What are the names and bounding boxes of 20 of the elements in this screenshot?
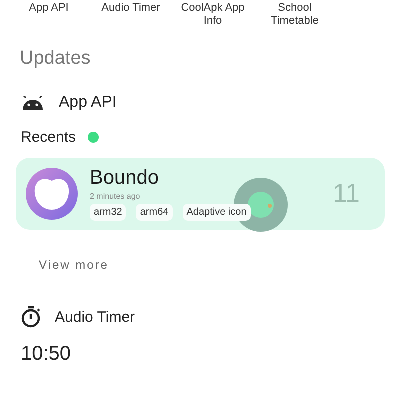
tag: Adaptive icon	[182, 204, 251, 221]
view-more-button[interactable]: View more	[39, 258, 109, 272]
shortcut-label[interactable]: CoolApk App Info	[172, 2, 254, 28]
app-icon	[26, 168, 78, 220]
recents-label: Recents	[21, 129, 76, 146]
audio-timer-title: Audio Timer	[55, 308, 136, 326]
app-api-title: App API	[59, 94, 117, 112]
tag: arm32	[90, 204, 126, 221]
tag: arm64	[136, 204, 173, 221]
android-icon	[21, 96, 45, 110]
app-name: Boundo	[90, 167, 160, 190]
target-sdk: 11	[333, 178, 360, 209]
section-title: Updates	[19, 47, 92, 70]
timer-icon	[21, 306, 41, 328]
timer-time: 10:50	[20, 342, 72, 366]
update-time: 2 minutes ago	[90, 192, 142, 201]
shortcut-label[interactable]: App API	[8, 2, 90, 28]
shortcut-label[interactable]: Audio Timer	[90, 2, 172, 28]
app-card[interactable]: Boundo 2 minutes ago arm32 arm64 Adaptive icon 11	[16, 158, 385, 230]
shortcut-label[interactable]: School Timetable	[254, 2, 336, 28]
